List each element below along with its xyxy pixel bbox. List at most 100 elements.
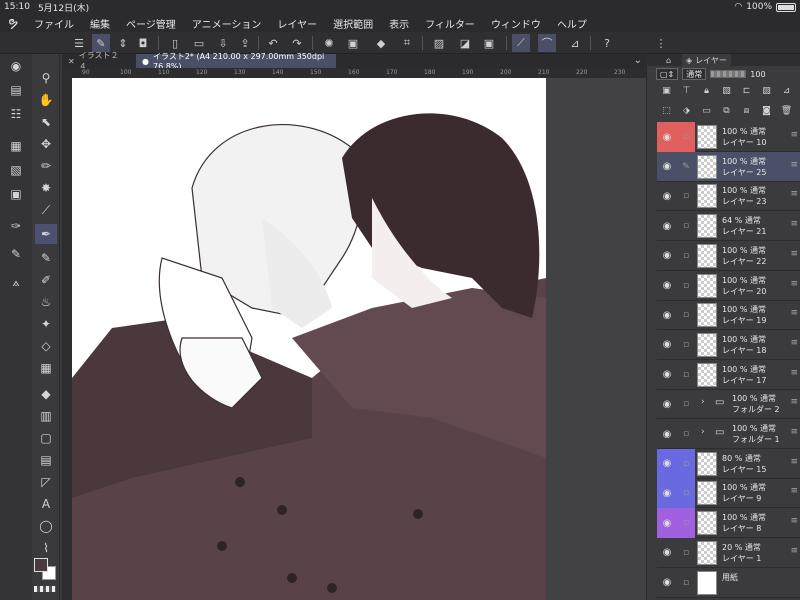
lock-toggle-icon[interactable]: ▫: [677, 568, 695, 598]
layer-row[interactable]: ◉ ▫ 80 % 通常 レイヤー 15 ≡: [657, 448, 800, 479]
eye-icon[interactable]: ◉: [657, 360, 677, 390]
layer-row[interactable]: ◉ ▫ 64 % 通常 レイヤー 21 ≡: [657, 211, 800, 242]
app-logo-icon[interactable]: ຯ: [0, 16, 26, 31]
layer-menu-icon[interactable]: ≡: [790, 368, 798, 378]
pen-icon[interactable]: ✒: [35, 224, 57, 244]
layer-menu-icon[interactable]: ≡: [790, 457, 798, 467]
mask-add-icon[interactable]: ◙: [760, 104, 773, 117]
reference-icon[interactable]: ⊤: [680, 84, 693, 97]
lock-alpha-icon[interactable]: ▧: [720, 84, 733, 97]
trash-icon[interactable]: 🗑︎: [780, 104, 793, 117]
layer-menu-icon[interactable]: ≡: [790, 397, 798, 407]
ruler-layer-icon[interactable]: ⊿: [780, 84, 793, 97]
menu-help[interactable]: ヘルプ: [549, 16, 595, 31]
menu-file[interactable]: ファイル: [26, 16, 82, 31]
new-folder-icon[interactable]: ▭: [700, 104, 713, 117]
layer-menu-icon[interactable]: ≡: [790, 189, 798, 199]
lock-toggle-icon[interactable]: ▫: [677, 330, 695, 360]
layer-row[interactable]: ◉ ▫ 100 % 通常 レイヤー 9 ≡: [657, 478, 800, 509]
lock-toggle-icon[interactable]: ▫: [677, 389, 695, 419]
eye-icon[interactable]: ◉: [657, 508, 677, 539]
ruler-icon[interactable]: ◸: [35, 472, 57, 492]
eye-icon[interactable]: ◉: [657, 478, 677, 509]
menu-selection[interactable]: 選択範囲: [325, 16, 381, 31]
lock-toggle-icon[interactable]: ▫: [677, 448, 695, 479]
layer-menu-icon[interactable]: ≡: [790, 160, 798, 170]
eye-icon[interactable]: ◉: [657, 300, 677, 330]
edit-pen-icon[interactable]: ✎: [677, 152, 695, 182]
canvas-artwork[interactable]: [72, 78, 546, 600]
lock-toggle-icon[interactable]: ▫: [677, 508, 695, 539]
eye-icon[interactable]: ◉: [657, 271, 677, 301]
sub-tool-icon[interactable]: ☷: [5, 104, 27, 124]
navigator-icon[interactable]: ◉: [5, 56, 27, 76]
layer-row[interactable]: ◉ ▫ 100 % 通常 レイヤー 19 ≡: [657, 300, 800, 331]
eye-icon[interactable]: ◉: [657, 389, 677, 419]
lock-icon[interactable]: 🔒︎: [700, 84, 713, 97]
lock-toggle-icon[interactable]: ▫: [677, 122, 695, 152]
lock-toggle-icon[interactable]: ▫: [677, 241, 695, 271]
eye-icon[interactable]: ◉: [657, 330, 677, 360]
zoom-icon[interactable]: ⚲: [35, 68, 57, 88]
eye-icon[interactable]: ◉: [657, 211, 677, 241]
tab-document-active[interactable]: ● イラスト2* (A4 210.00 x 297.00mm 350dpi 76.…: [136, 52, 336, 71]
layer-menu-icon[interactable]: ≡: [790, 486, 798, 496]
layer-menu-icon[interactable]: ≡: [790, 338, 798, 348]
eye-icon[interactable]: ◉: [657, 241, 677, 271]
export-icon[interactable]: ⇪: [236, 34, 254, 52]
frame-icon[interactable]: ▤: [35, 450, 57, 470]
layer-menu-icon[interactable]: ≡: [790, 130, 798, 140]
layer-color-icon[interactable]: ▣: [660, 84, 673, 97]
lock-toggle-icon[interactable]: ▫: [677, 419, 695, 449]
new-raster-layer-icon[interactable]: ⬚: [660, 104, 673, 117]
brush-size-icon[interactable]: ✑: [5, 216, 27, 236]
blend-mode-select[interactable]: 通常: [682, 68, 707, 80]
transform-icon[interactable]: ▣: [344, 34, 362, 52]
layer-row[interactable]: ◉ ▫ 100 % 通常 レイヤー 10 ≡: [657, 122, 800, 152]
menu-layer[interactable]: レイヤー: [269, 16, 325, 31]
menu-animation[interactable]: アニメーション: [184, 16, 270, 31]
move-icon[interactable]: ✥: [35, 134, 57, 154]
decoration-icon[interactable]: ✦: [35, 314, 57, 334]
layer-row[interactable]: ◉ ✎ 100 % 通常 レイヤー 25 ≡: [657, 151, 800, 182]
lock-toggle-icon[interactable]: ▫: [677, 478, 695, 509]
text-icon[interactable]: A: [35, 494, 57, 514]
blend-icon[interactable]: ▦: [35, 358, 57, 378]
mask-icon[interactable]: ▨: [760, 84, 773, 97]
balloon-icon[interactable]: ◯: [35, 516, 57, 536]
layer-property-icon[interactable]: ▧: [5, 160, 27, 180]
eye-icon[interactable]: ◉: [657, 419, 677, 449]
eye-icon[interactable]: ◉: [657, 122, 677, 152]
lock-toggle-icon[interactable]: ▫: [677, 271, 695, 301]
tab-document-24[interactable]: ✕ イラスト２４: [62, 51, 132, 71]
layer-menu-icon[interactable]: ≡: [790, 219, 798, 229]
timeline-icon[interactable]: ▣: [5, 184, 27, 204]
layer-menu-icon[interactable]: ≡: [790, 546, 798, 556]
brush-opacity-icon[interactable]: ✎: [5, 244, 27, 264]
select-stroke-icon[interactable]: ▣: [480, 34, 498, 52]
material-icon[interactable]: ▤: [5, 80, 27, 100]
panel-collapse-icon[interactable]: ⋮: [652, 34, 670, 52]
menu-window[interactable]: ウィンドウ: [483, 16, 549, 31]
palette-icon[interactable]: ▦: [5, 136, 27, 156]
expand-arrow-icon[interactable]: ›: [701, 427, 705, 437]
eraser-quick-icon[interactable]: ◘: [134, 34, 152, 52]
select-invert-icon[interactable]: ◪: [456, 34, 474, 52]
combine-icon[interactable]: ⧈: [740, 104, 753, 117]
special-ruler-icon[interactable]: ⊿: [566, 34, 584, 52]
eraser-icon[interactable]: ◇: [35, 336, 57, 356]
layer-menu-icon[interactable]: ≡: [790, 249, 798, 259]
chevron-down-icon[interactable]: ⌄: [634, 55, 642, 66]
layer-row[interactable]: ◉ ▫ 20 % 通常 レイヤー 1 ≡: [657, 538, 800, 568]
layer-row[interactable]: ◉ ▫ 100 % 通常 レイヤー 20 ≡: [657, 271, 800, 301]
fill-icon[interactable]: ◆: [35, 384, 57, 404]
lock-toggle-icon[interactable]: ▫: [677, 538, 695, 568]
lock-toggle-icon[interactable]: ▫: [677, 211, 695, 241]
clip-icon[interactable]: ⊏: [740, 84, 753, 97]
open-folder-icon[interactable]: ▭: [190, 34, 208, 52]
stabilizer-icon[interactable]: ⟑: [5, 272, 27, 292]
layer-row[interactable]: ◉ ▫ 100 % 通常 レイヤー 18 ≡: [657, 330, 800, 360]
lock-toggle-icon[interactable]: ▫: [677, 181, 695, 211]
opacity-value[interactable]: 100: [750, 70, 765, 79]
eye-icon[interactable]: ◉: [657, 448, 677, 479]
